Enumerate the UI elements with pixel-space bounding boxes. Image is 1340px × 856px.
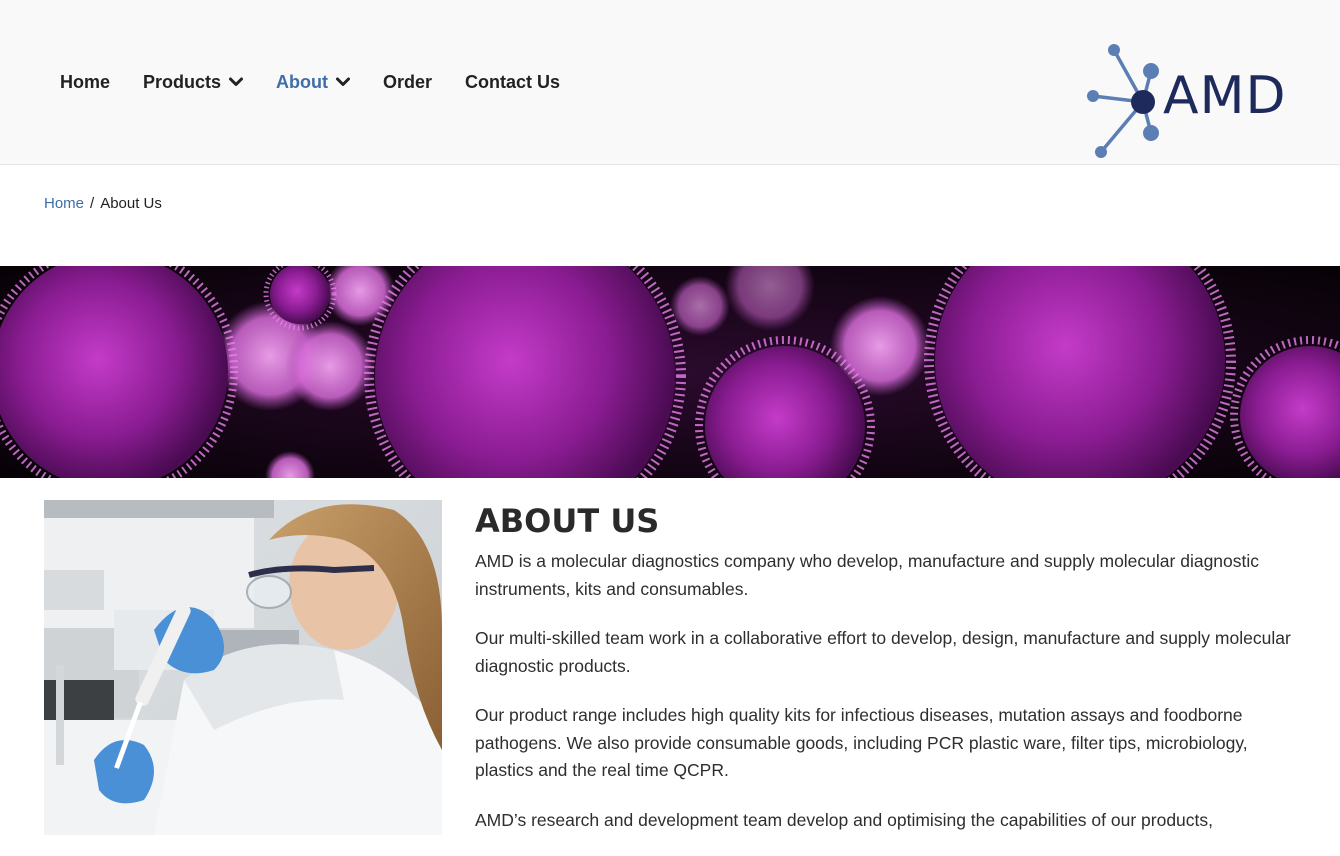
nav-products[interactable]: Products bbox=[143, 71, 244, 93]
nav-contact-us-label: Contact Us bbox=[465, 71, 561, 92]
about-paragraph: AMD’s research and development team deve… bbox=[475, 809, 1214, 830]
virus-banner-image bbox=[0, 266, 1340, 478]
about-paragraph: AMD is a molecular diagnostics company w… bbox=[475, 551, 1260, 599]
chevron-down-icon bbox=[336, 77, 351, 87]
page-title: ABOUT US bbox=[475, 502, 660, 540]
chevron-down-icon bbox=[229, 77, 244, 87]
nav-products-label: Products bbox=[143, 71, 222, 92]
amd-logo[interactable]: AMD bbox=[1085, 44, 1305, 162]
nav-contact-us[interactable]: Contact Us bbox=[465, 72, 560, 93]
breadcrumb-home-link[interactable]: Home bbox=[44, 195, 84, 212]
breadcrumb-separator: / bbox=[90, 195, 95, 212]
about-content: ABOUT US AMD is a molecular diagnostics … bbox=[475, 502, 1295, 856]
breadcrumb-current: About Us bbox=[100, 195, 162, 212]
site-header: Home Products About Order Contact Us AMD bbox=[0, 0, 1340, 165]
nav-order-label: Order bbox=[383, 71, 433, 92]
molecule-logo-icon bbox=[1087, 44, 1159, 158]
main-nav: Home Products About Order Contact Us bbox=[60, 66, 593, 98]
logo-text: AMD bbox=[1163, 66, 1287, 126]
nav-home-label: Home bbox=[60, 71, 111, 92]
nav-about[interactable]: About bbox=[276, 71, 351, 93]
breadcrumb: Home / About Us bbox=[44, 195, 162, 212]
about-paragraph: Our multi-skilled team work in a collabo… bbox=[475, 628, 1291, 676]
nav-home[interactable]: Home bbox=[60, 72, 110, 93]
nav-about-label: About bbox=[276, 71, 329, 92]
banner-image bbox=[0, 266, 1340, 478]
about-paragraph: Our product range includes high quality … bbox=[475, 705, 1248, 780]
lab-scientist-photo bbox=[44, 500, 442, 835]
nav-order[interactable]: Order bbox=[383, 72, 432, 93]
lab-photo bbox=[44, 500, 442, 835]
